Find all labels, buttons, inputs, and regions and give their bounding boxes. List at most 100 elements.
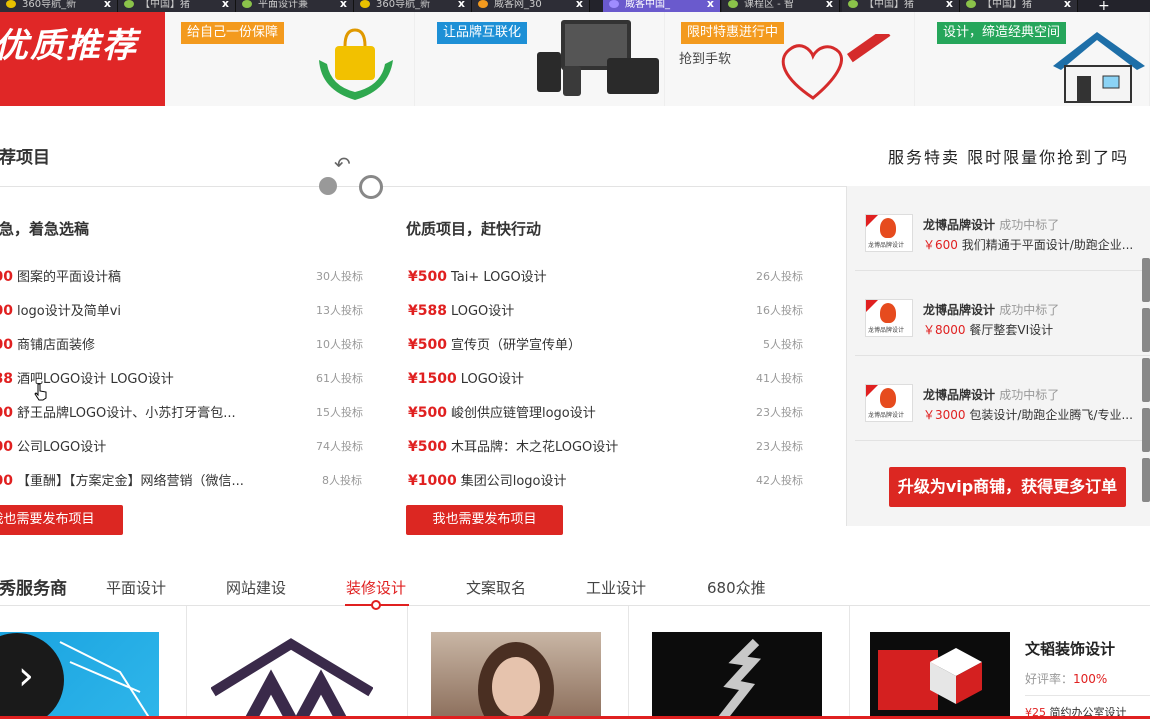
scroll-handle[interactable]	[1142, 458, 1150, 502]
favicon-icon	[966, 0, 976, 8]
scroll-handle[interactable]	[1142, 308, 1150, 352]
promo-slogan: 服务特卖 限时限量你抢到了吗	[888, 148, 1130, 167]
favicon-icon	[360, 0, 370, 8]
bid-count: 23人投标	[756, 406, 803, 419]
project-row[interactable]: ¥500 宣传页（研学宣传单）	[408, 334, 581, 354]
portrait-graphic	[478, 642, 554, 719]
publish-project-button[interactable]: 我也需要发布项目	[0, 505, 123, 535]
project-row[interactable]: ¥1500 LOGO设计	[408, 368, 524, 388]
browser-tab[interactable]: 360导航_新 x	[354, 0, 472, 12]
tab-web-dev[interactable]: 网站建设	[226, 577, 286, 598]
company-logo: 龙博品牌设计	[865, 214, 913, 252]
bid-count: 42人投标	[756, 474, 803, 487]
banner-panel-brand[interactable]: 让品牌互联化	[415, 12, 665, 106]
close-tab-icon[interactable]: x	[576, 0, 583, 9]
provider-thumbnail[interactable]	[870, 632, 1010, 719]
winner-item[interactable]: 龙博品牌设计 龙博品牌设计 成功中标了 ￥600 我们精通于平面设计/助跑企业.…	[855, 186, 1150, 271]
scroll-handle[interactable]	[1142, 358, 1150, 402]
flame-icon	[880, 303, 896, 323]
tab-graphic-design[interactable]: 平面设计	[106, 577, 166, 598]
tab-copywriting[interactable]: 文案取名	[466, 577, 526, 598]
card-divider	[186, 606, 187, 719]
card-divider	[407, 606, 408, 719]
browser-tab-active[interactable]: 威客中国_ x	[603, 0, 721, 12]
bid-count: 15人投标	[316, 406, 363, 419]
ribbon-icon	[866, 300, 878, 312]
close-tab-icon[interactable]: x	[946, 0, 953, 9]
bid-count: 13人投标	[316, 304, 363, 317]
winner-name: 龙博品牌设计 成功中标了	[923, 388, 1060, 402]
bid-count: 61人投标	[316, 372, 363, 385]
provider-thumbnail[interactable]	[211, 632, 373, 719]
favicon-icon	[242, 0, 252, 8]
banner-panel-space[interactable]: 设计，缔造经典空间	[915, 12, 1150, 106]
favicon-icon	[478, 0, 488, 8]
favicon-icon	[6, 0, 16, 8]
project-row[interactable]: ¥300【重酬】【方案定金】网络营销（微信...	[0, 470, 244, 490]
browser-tab[interactable]: 【中国】猪 x	[118, 0, 236, 12]
bid-count: 74人投标	[316, 440, 363, 453]
project-row[interactable]: ¥300舒王品牌LOGO设计、小苏打牙膏包...	[0, 402, 236, 422]
bid-count: 5人投标	[763, 338, 803, 351]
project-row[interactable]: ¥500 峻创供应链管理logo设计	[408, 402, 596, 422]
project-row[interactable]: ¥1000 集团公司logo设计	[408, 470, 567, 490]
project-row[interactable]: ¥300图案的平面设计稿	[0, 266, 121, 286]
house-logo-graphic	[211, 638, 373, 719]
close-tab-icon[interactable]: x	[458, 0, 465, 9]
close-tab-icon[interactable]: x	[222, 0, 229, 9]
project-row[interactable]: ¥300logo设计及简单vi	[0, 300, 121, 320]
project-row[interactable]: ¥588 LOGO设计	[408, 300, 514, 320]
close-tab-icon[interactable]: x	[707, 0, 714, 9]
card-divider	[628, 606, 629, 719]
banner-panel-guarantee[interactable]: 给自己一份保障	[165, 12, 415, 106]
bid-count: 26人投标	[756, 270, 803, 283]
provider-thumbnail[interactable]	[431, 632, 601, 719]
company-logo: 龙博品牌设计	[865, 299, 913, 337]
bid-count: 41人投标	[756, 372, 803, 385]
company-name[interactable]: 文韬装饰设计	[1025, 638, 1115, 659]
publish-project-button[interactable]: 我也需要发布项目	[406, 505, 563, 535]
project-row[interactable]: ¥388酒吧LOGO设计 LOGO设计	[0, 368, 174, 388]
browser-tab[interactable]: 课程区 - 智x	[722, 0, 840, 12]
browser-tab[interactable]: 【中国】猪 x	[842, 0, 960, 12]
tab-industrial-design[interactable]: 工业设计	[586, 577, 646, 598]
cube-logo-graphic	[878, 648, 982, 710]
divider	[0, 605, 1150, 606]
browser-tab-strip: 360导航_新 x 【中国】猪 x 平面设计兼 x 360导航_新 x 威客网_30 x …	[0, 0, 1150, 12]
project-row[interactable]: ¥500 木耳品牌：木之花LOGO设计	[408, 436, 618, 456]
hero-block[interactable]: 优质推荐	[0, 12, 165, 106]
carousel-dot-active[interactable]	[359, 175, 383, 199]
rating: 好评率：100%	[1025, 672, 1108, 686]
scroll-handle[interactable]	[1142, 258, 1150, 302]
urgent-projects-title: 火急，着急选稿	[0, 220, 90, 238]
promo-banner: 优质推荐 给自己一份保障 让品牌互联化 限时特惠进行中 抢到手软 设计，缔造经典…	[0, 12, 1150, 106]
new-tab-button[interactable]: +	[1098, 0, 1110, 12]
browser-tab[interactable]: 【中国】猪 x	[960, 0, 1078, 12]
winner-desc: ￥8000 餐厅整套VI设计	[923, 323, 1054, 337]
scroll-handle[interactable]	[1142, 408, 1150, 452]
banner-panel-deal[interactable]: 限时特惠进行中 抢到手软	[665, 12, 915, 106]
close-tab-icon[interactable]: x	[826, 0, 833, 9]
bid-count: 23人投标	[756, 440, 803, 453]
ribbon-icon	[866, 385, 878, 397]
wing-logo-graphic	[718, 638, 762, 719]
winner-item[interactable]: 龙博品牌设计 龙博品牌设计 成功中标了 ￥8000 餐厅整套VI设计	[855, 271, 1150, 356]
tab-decoration-design[interactable]: 装修设计	[346, 577, 406, 598]
browser-tab[interactable]: 360导航_新 x	[0, 0, 118, 12]
close-tab-icon[interactable]: x	[1064, 0, 1071, 9]
upgrade-vip-button[interactable]: 升级为vip商铺，获得更多订单	[889, 467, 1126, 507]
winner-item[interactable]: 龙博品牌设计 龙博品牌设计 成功中标了 ￥3000 包装设计/助跑企业腾飞/专业…	[855, 356, 1150, 441]
project-row[interactable]: ¥500 Tai+ LOGO设计	[408, 266, 547, 286]
close-tab-icon[interactable]: x	[340, 0, 347, 9]
browser-tab[interactable]: 平面设计兼 x	[236, 0, 354, 12]
project-row[interactable]: ¥300公司LOGO设计	[0, 436, 106, 456]
favicon-icon	[848, 0, 858, 8]
browser-tab[interactable]: 威客网_30 x	[472, 0, 590, 12]
provider-thumbnail[interactable]	[652, 632, 822, 719]
close-tab-icon[interactable]: x	[104, 0, 111, 9]
bid-count: 10人投标	[316, 338, 363, 351]
project-row[interactable]: ¥300商铺店面装修	[0, 334, 95, 354]
tab-680-promo[interactable]: 680众推	[707, 577, 766, 598]
carousel-dot[interactable]	[319, 177, 337, 195]
winner-name: 龙博品牌设计 成功中标了	[923, 303, 1060, 317]
